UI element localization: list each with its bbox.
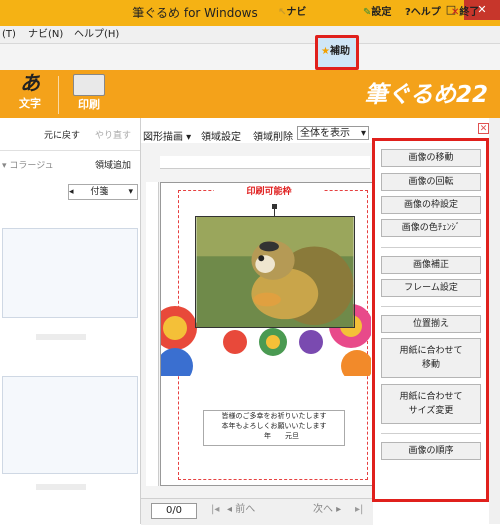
- page-counter: 0/0: [151, 503, 197, 519]
- greeting-line-2: 本年もよろしくお願いいたします: [221, 422, 327, 430]
- last-page-button[interactable]: ▸|: [355, 503, 369, 517]
- band-divider: [58, 76, 59, 114]
- print-area-label: 印刷可能枠: [214, 184, 324, 197]
- panel-separator: [381, 247, 481, 248]
- greeting-line-3: 年 元旦: [264, 432, 299, 440]
- template-thumbnail[interactable]: [2, 376, 138, 474]
- app-logo: 筆ぐるめ22: [364, 82, 488, 108]
- horizontal-ruler: [160, 156, 370, 169]
- printer-icon: [73, 74, 105, 96]
- area-settings-button[interactable]: 領域設定: [201, 128, 241, 143]
- image-correction-button[interactable]: 画像補正: [381, 256, 481, 274]
- undo-button[interactable]: 元に戻す: [44, 126, 80, 146]
- chevron-left-icon: ◂: [69, 187, 74, 197]
- move-image-button[interactable]: 画像の移動: [381, 149, 481, 167]
- menu-bar: (T) ナビ(N) ヘルプ(H): [0, 26, 500, 44]
- settings-button[interactable]: ✎設定: [363, 3, 391, 23]
- monkey-photo[interactable]: [195, 216, 355, 328]
- image-frame-settings-button[interactable]: 画像の枠設定: [381, 196, 481, 214]
- navi-button[interactable]: ↖ナビ: [278, 3, 306, 23]
- vertical-ruler: [146, 182, 159, 486]
- menu-item-navi[interactable]: ナビ(N): [28, 26, 63, 43]
- insatsu-button[interactable]: 印刷: [64, 70, 114, 118]
- top-toolbar: [0, 44, 500, 71]
- greeting-text-box[interactable]: 皆様のご多幸をお祈りいたします 本年もよろしくお願いいたします 年 元旦: [203, 410, 345, 446]
- menu-item-help[interactable]: ヘルプ(H): [74, 26, 119, 43]
- fit-paper-move-button[interactable]: 用紙に合わせて 移動: [381, 338, 481, 378]
- figure-draw-dropdown[interactable]: 図形描画 ▾: [143, 128, 191, 143]
- moji-icon: あ: [20, 71, 40, 95]
- rotate-image-button[interactable]: 画像の回転: [381, 173, 481, 191]
- exit-button[interactable]: ✕終了: [451, 3, 479, 23]
- thumbnail-caption: [36, 484, 86, 490]
- align-button[interactable]: 位置揃え: [381, 315, 481, 333]
- chevron-down-icon: ▾: [360, 128, 366, 139]
- collage-dropdown[interactable]: ▾ コラージュ: [2, 156, 54, 176]
- window-title: 筆ぐるめ for Windows: [132, 6, 258, 20]
- rotate-handle-line: [274, 209, 275, 217]
- panel-separator: [381, 433, 481, 434]
- redo-button[interactable]: やり直す: [95, 126, 131, 146]
- thumbnail-caption: [36, 334, 86, 340]
- prev-page-button[interactable]: ◂ 前へ: [227, 503, 277, 517]
- moji-label: 文字: [19, 97, 41, 110]
- next-page-button[interactable]: 次へ ▸: [313, 503, 353, 517]
- insatsu-label: 印刷: [78, 98, 100, 111]
- greeting-line-1: 皆様のご多幸をお祈りいたします: [221, 412, 327, 420]
- chevron-down-icon: ▾: [128, 187, 133, 197]
- left-divider: [0, 150, 140, 151]
- right-scrollbar[interactable]: [489, 118, 500, 524]
- sticky-dropdown[interactable]: ◂ 付箋 ▾: [68, 184, 138, 200]
- image-order-button[interactable]: 画像の順序: [381, 442, 481, 460]
- template-thumbnail[interactable]: [2, 228, 138, 318]
- help-button[interactable]: ?ヘルプ: [405, 3, 441, 23]
- edit-toolbar: 図形描画 ▾ 領域設定 領域削除 全体を表示 ▾: [141, 126, 373, 143]
- menu-item-text[interactable]: (T): [2, 26, 16, 43]
- area-delete-button[interactable]: 領域削除: [253, 128, 293, 143]
- page-navigation-bar: 0/0 |◂ ◂ 前へ 次へ ▸ ▸|: [141, 498, 373, 525]
- moji-button[interactable]: あ 文字: [6, 70, 54, 118]
- frame-settings-button[interactable]: フレーム設定: [381, 279, 481, 297]
- add-area-button[interactable]: 領域追加: [95, 156, 131, 176]
- hojo-highlight-frame: [315, 35, 359, 70]
- fit-paper-resize-button[interactable]: 用紙に合わせて サイズ変更: [381, 384, 481, 424]
- close-panel-icon[interactable]: ✕: [478, 123, 489, 134]
- first-page-button[interactable]: |◂: [211, 503, 223, 517]
- panel-separator: [381, 306, 481, 307]
- image-color-change-button[interactable]: 画像の色ﾁｪﾝｼﾞ: [381, 219, 481, 237]
- zoom-select[interactable]: 全体を表示 ▾: [297, 126, 369, 140]
